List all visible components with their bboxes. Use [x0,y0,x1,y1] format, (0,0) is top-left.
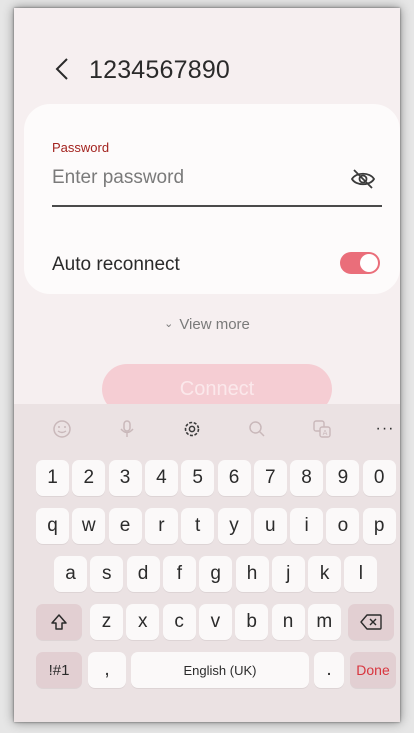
translate-button[interactable]: A [307,414,337,444]
key-n[interactable]: n [271,604,305,640]
letter-row-1: qwertyuiop [14,508,400,544]
password-label: Password [52,140,110,155]
key-i[interactable]: i [290,508,324,544]
number-row: 1234567890 [14,460,400,496]
bottom-row: !#1 , English (UK) . Done [14,652,400,688]
key-8[interactable]: 8 [290,460,324,496]
symbols-key[interactable]: !#1 [36,652,82,688]
auto-reconnect-switch[interactable] [340,252,380,274]
period-key[interactable]: . [314,652,344,688]
key-e[interactable]: e [108,508,142,544]
settings-icon [184,421,200,437]
key-1[interactable]: 1 [36,460,69,496]
key-f[interactable]: f [162,556,196,592]
settings-card: Password Auto reconnect [24,104,400,294]
key-p[interactable]: p [362,508,396,544]
key-g[interactable]: g [199,556,233,592]
key-2[interactable]: 2 [72,460,106,496]
switch-knob [360,254,378,272]
shift-icon [51,614,67,630]
header: 1234567890 [14,8,400,104]
key-k[interactable]: k [308,556,342,592]
key-z[interactable]: z [90,604,123,640]
show-password-toggle[interactable] [350,168,376,190]
network-title: 1234567890 [89,56,231,84]
phone-screen: 1234567890 Password Auto reconnect ⌄ View… [14,8,400,722]
backspace-key[interactable] [348,604,394,640]
more-options-button[interactable]: ··· [370,414,400,444]
letter-row-3: zxcvbnm [14,604,400,640]
search-button[interactable] [242,414,272,444]
translate-icon: A [313,420,331,438]
key-o[interactable]: o [326,508,360,544]
key-d[interactable]: d [126,556,160,592]
key-s[interactable]: s [90,556,124,592]
key-b[interactable]: b [235,604,269,640]
backspace-icon [360,614,382,630]
key-m[interactable]: m [307,604,341,640]
password-input[interactable] [52,162,352,194]
back-button[interactable] [50,56,74,82]
key-j[interactable]: j [271,556,305,592]
key-x[interactable]: x [126,604,160,640]
key-r[interactable]: r [144,508,178,544]
eye-off-icon [350,169,376,189]
emoji-button[interactable] [47,414,77,444]
keyboard: A ··· 1234567890 qwertyuiop asdfghjkl z … [14,404,400,722]
key-w[interactable]: w [72,508,106,544]
keyboard-settings-button[interactable] [177,414,207,444]
key-c[interactable]: c [162,604,196,640]
shift-key[interactable] [36,604,82,640]
key-v[interactable]: v [198,604,232,640]
key-y[interactable]: y [217,508,251,544]
key-4[interactable]: 4 [144,460,178,496]
key-5[interactable]: 5 [181,460,215,496]
key-h[interactable]: h [235,556,269,592]
voice-input-button[interactable] [112,414,142,444]
key-3[interactable]: 3 [108,460,142,496]
key-0[interactable]: 0 [362,460,396,496]
key-t[interactable]: t [181,508,215,544]
more-icon: ··· [375,420,395,437]
keyboard-toolbar: A ··· [14,414,400,444]
auto-reconnect-label: Auto reconnect [52,254,180,275]
chevron-left-icon [55,58,68,80]
svg-text:A: A [323,429,328,437]
key-7[interactable]: 7 [253,460,287,496]
view-more-label: View more [179,316,250,333]
view-more-link[interactable]: ⌄ View more [14,316,400,333]
password-underline [52,205,382,207]
microphone-icon [120,420,134,437]
key-l[interactable]: l [344,556,378,592]
key-a[interactable]: a [54,556,87,592]
key-9[interactable]: 9 [326,460,360,496]
search-icon [249,421,265,437]
comma-key[interactable]: , [88,652,126,688]
letter-row-2: asdfghjkl [14,556,400,592]
space-key[interactable]: English (UK) [131,652,309,688]
chevron-down-icon: ⌄ [164,318,174,330]
emoji-icon [53,420,71,438]
key-q[interactable]: q [36,508,69,544]
key-6[interactable]: 6 [217,460,251,496]
done-key[interactable]: Done [350,652,396,688]
key-u[interactable]: u [253,508,287,544]
